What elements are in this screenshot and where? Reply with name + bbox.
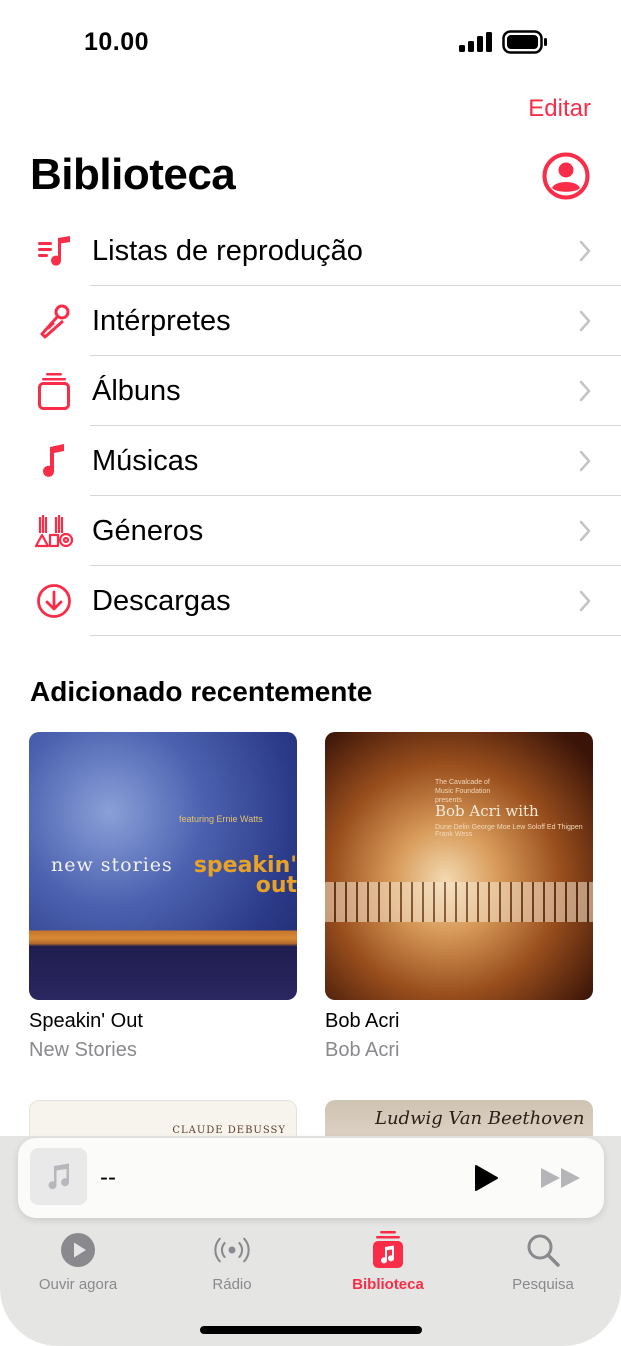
cover-text: new stories bbox=[51, 854, 173, 876]
play-icon[interactable] bbox=[473, 1164, 499, 1192]
tab-search[interactable]: Pesquisa bbox=[473, 1230, 613, 1293]
fast-forward-icon[interactable] bbox=[540, 1166, 582, 1190]
search-icon bbox=[527, 1234, 560, 1267]
divider bbox=[90, 635, 621, 636]
tab-label: Ouvir agora bbox=[38, 1276, 118, 1293]
cover-text: Bob Acri with bbox=[435, 802, 539, 820]
chevron-right-icon bbox=[579, 520, 591, 542]
status-time: 10.00 bbox=[84, 28, 150, 56]
library-item-label: Géneros bbox=[92, 515, 204, 547]
library-item-downloads[interactable]: Descargas bbox=[0, 566, 621, 636]
library-item-label: Listas de reprodução bbox=[92, 235, 363, 267]
tab-label: Pesquisa bbox=[512, 1276, 574, 1293]
home-indicator[interactable] bbox=[200, 1326, 422, 1334]
tab-library[interactable]: Biblioteca bbox=[318, 1230, 458, 1293]
library-item-label: Álbuns bbox=[92, 375, 181, 407]
library-item-genres[interactable]: Géneros bbox=[0, 496, 621, 566]
edit-button[interactable]: Editar bbox=[528, 95, 591, 123]
album-card[interactable]: The Cavalcade of Music Foundation presen… bbox=[325, 732, 593, 1062]
library-item-label: Descargas bbox=[92, 585, 231, 617]
library-item-artists[interactable]: Intérpretes bbox=[0, 286, 621, 356]
tab-bar: Ouvir agora Rádio Biblioteca Pesquisa bbox=[0, 1230, 621, 1300]
mini-player-artwork bbox=[30, 1148, 87, 1205]
chevron-right-icon bbox=[579, 310, 591, 332]
battery-icon bbox=[502, 30, 547, 54]
cover-text: Ludwig Van Beethoven bbox=[375, 1108, 585, 1129]
music-note-icon bbox=[48, 1163, 69, 1189]
mini-player-title: -- bbox=[100, 1164, 116, 1191]
tab-label: Biblioteca bbox=[352, 1276, 424, 1293]
tab-label: Rádio bbox=[212, 1276, 252, 1293]
genres-icon bbox=[34, 513, 74, 549]
cover-text: speakin' out bbox=[193, 853, 297, 898]
page-title: Biblioteca bbox=[30, 150, 236, 199]
download-icon bbox=[34, 583, 74, 619]
chevron-right-icon bbox=[579, 590, 591, 612]
play-circle-icon bbox=[61, 1233, 95, 1267]
cover-text: featuring Ernie Watts bbox=[179, 814, 263, 824]
album-card[interactable]: featuring Ernie Watts new stories speaki… bbox=[29, 732, 297, 1062]
piano-keys bbox=[325, 882, 593, 922]
playlist-icon bbox=[34, 233, 74, 269]
library-item-albums[interactable]: Álbuns bbox=[0, 356, 621, 426]
album-icon bbox=[34, 373, 74, 410]
radio-icon bbox=[214, 1237, 250, 1263]
cover-text: The Cavalcade of Music Foundation presen… bbox=[435, 779, 491, 804]
library-item-label: Músicas bbox=[92, 445, 199, 477]
cover-text: CLAUDE DEBUSSY bbox=[172, 1125, 286, 1136]
microphone-icon bbox=[34, 303, 74, 339]
tab-radio[interactable]: Rádio bbox=[162, 1230, 302, 1293]
recently-added-title: Adicionado recentemente bbox=[30, 676, 373, 707]
cover-text: Dune Delin George Moe Lew Soloff Ed Thig… bbox=[435, 824, 583, 838]
library-item-playlists[interactable]: Listas de reprodução bbox=[0, 216, 621, 286]
library-list: Listas de reprodução Intérpretes Álbuns bbox=[0, 216, 621, 636]
album-art[interactable]: The Cavalcade of Music Foundation presen… bbox=[325, 732, 593, 1000]
album-art[interactable]: featuring Ernie Watts new stories speaki… bbox=[29, 732, 297, 1000]
library-item-songs[interactable]: Músicas bbox=[0, 426, 621, 496]
cellular-signal-icon bbox=[459, 32, 492, 52]
album-title: Bob Acri bbox=[325, 1010, 400, 1032]
tab-listen-now[interactable]: Ouvir agora bbox=[8, 1230, 148, 1293]
account-icon[interactable] bbox=[542, 152, 590, 200]
album-artist: Bob Acri bbox=[325, 1039, 400, 1061]
music-note-icon bbox=[34, 443, 74, 479]
mini-player[interactable]: -- bbox=[18, 1138, 604, 1218]
album-artist: New Stories bbox=[29, 1039, 137, 1061]
chevron-right-icon bbox=[579, 450, 591, 472]
library-icon bbox=[373, 1231, 403, 1268]
status-bar: 10.00 bbox=[0, 0, 621, 84]
chevron-right-icon bbox=[579, 380, 591, 402]
library-item-label: Intérpretes bbox=[92, 305, 231, 337]
chevron-right-icon bbox=[579, 240, 591, 262]
album-title: Speakin' Out bbox=[29, 1010, 143, 1032]
